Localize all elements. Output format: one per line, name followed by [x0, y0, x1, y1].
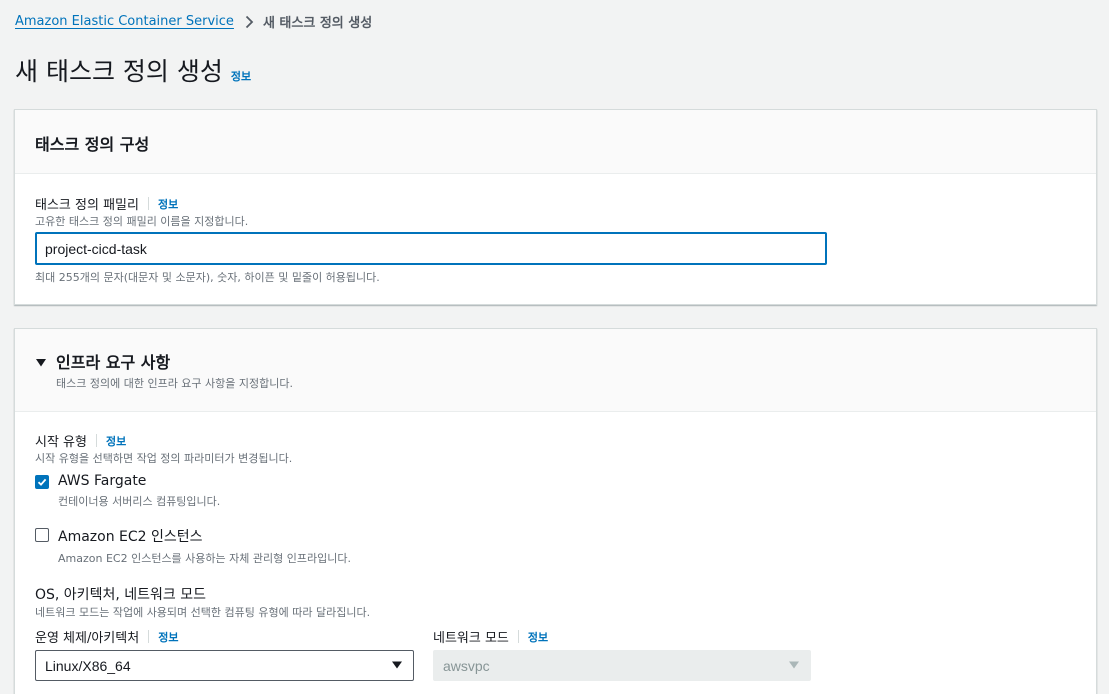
- family-label: 태스크 정의 패밀리: [35, 198, 139, 213]
- os-section-description: 네트워크 모드는 작업에 사용되며 선택한 컴퓨팅 유형에 따라 달라집니다.: [35, 606, 371, 619]
- ec2-text: Amazon EC2 인스턴스 Amazon EC2 인스턴스를 사용하는 자체…: [58, 526, 351, 566]
- breadcrumb-current: 새 태스크 정의 생성: [262, 16, 373, 31]
- task-definition-config-panel: 태스크 정의 구성 태스크 정의 패밀리 정보 고유한 태스크 정의 패밀리 이…: [14, 109, 1097, 305]
- page-title: 새 태스크 정의 생성: [15, 57, 223, 86]
- network-mode-select: awsvpc: [433, 650, 811, 681]
- page: Amazon Elastic Container Service 새 태스크 정…: [0, 0, 1109, 694]
- ec2-option[interactable]: Amazon EC2 인스턴스 Amazon EC2 인스턴스를 사용하는 자체…: [35, 526, 351, 566]
- caret-down-icon[interactable]: [35, 354, 47, 367]
- launch-type-label-row: 시작 유형 정보: [35, 431, 126, 450]
- family-constraint-text: 최대 255개의 문자(대문자 및 소문자), 숫자, 하이픈 및 밑줄이 허용…: [35, 271, 380, 284]
- arch-label-row: 운영 체제/아키텍처 정보: [35, 627, 178, 646]
- fargate-text: AWS Fargate 컨테이너용 서버리스 컴퓨팅입니다.: [58, 473, 220, 509]
- checkmark-icon: [37, 478, 47, 486]
- os-architecture-value: Linux/X86_64: [45, 657, 131, 674]
- label-divider: [517, 630, 519, 643]
- fargate-description: 컨테이너용 서버리스 컴퓨팅입니다.: [58, 495, 221, 508]
- launch-type-description: 시작 유형을 선택하면 작업 정의 파라미터가 변경됩니다.: [35, 452, 293, 465]
- page-info-link[interactable]: 정보: [231, 68, 251, 84]
- label-divider: [148, 630, 150, 643]
- network-mode-label-row: 네트워크 모드 정보: [433, 627, 548, 646]
- family-info-link[interactable]: 정보: [158, 196, 178, 212]
- task-family-input[interactable]: [35, 232, 827, 265]
- chevron-right-icon: [245, 15, 254, 29]
- label-divider: [147, 197, 149, 210]
- caret-down-icon: [391, 658, 403, 674]
- infrastructure-requirements-panel: 인프라 요구 사항 태스크 정의에 대한 인프라 요구 사항을 지정합니다. 시…: [14, 328, 1097, 694]
- panel-description: 태스크 정의에 대한 인프라 요구 사항을 지정합니다.: [56, 377, 293, 390]
- ec2-checkbox[interactable]: [35, 528, 49, 542]
- arch-label: 운영 체제/아키텍처: [35, 631, 140, 646]
- launch-type-label: 시작 유형: [35, 435, 87, 450]
- arch-info-link[interactable]: 정보: [158, 629, 178, 645]
- fargate-title: AWS Fargate: [58, 473, 147, 489]
- page-header: 새 태스크 정의 생성 정보: [15, 52, 251, 88]
- caret-down-icon: [788, 658, 800, 674]
- network-mode-value: awsvpc: [443, 657, 490, 674]
- panel-title: 태스크 정의 구성: [35, 135, 150, 154]
- network-mode-label: 네트워크 모드: [433, 631, 509, 646]
- breadcrumb: Amazon Elastic Container Service 새 태스크 정…: [15, 12, 372, 31]
- panel-header: 태스크 정의 구성: [15, 110, 1096, 174]
- label-divider: [95, 434, 97, 447]
- family-description: 고유한 태스크 정의 패밀리 이름을 지정합니다.: [35, 215, 249, 228]
- family-label-row: 태스크 정의 패밀리 정보: [35, 194, 178, 213]
- fargate-checkbox[interactable]: [35, 475, 49, 489]
- os-architecture-select[interactable]: Linux/X86_64: [35, 650, 414, 681]
- panel-header: 인프라 요구 사항 태스크 정의에 대한 인프라 요구 사항을 지정합니다.: [15, 329, 1096, 412]
- os-section-label: OS, 아키텍처, 네트워크 모드: [35, 587, 206, 603]
- launch-type-info-link[interactable]: 정보: [106, 433, 126, 449]
- panel-title: 인프라 요구 사항: [56, 353, 171, 372]
- breadcrumb-ecs-link[interactable]: Amazon Elastic Container Service: [15, 14, 234, 29]
- network-mode-info-link[interactable]: 정보: [528, 629, 548, 645]
- ec2-title: Amazon EC2 인스턴스: [58, 529, 203, 545]
- ec2-description: Amazon EC2 인스턴스를 사용하는 자체 관리형 인프라입니다.: [58, 552, 351, 565]
- fargate-option[interactable]: AWS Fargate 컨테이너용 서버리스 컴퓨팅입니다.: [35, 473, 220, 509]
